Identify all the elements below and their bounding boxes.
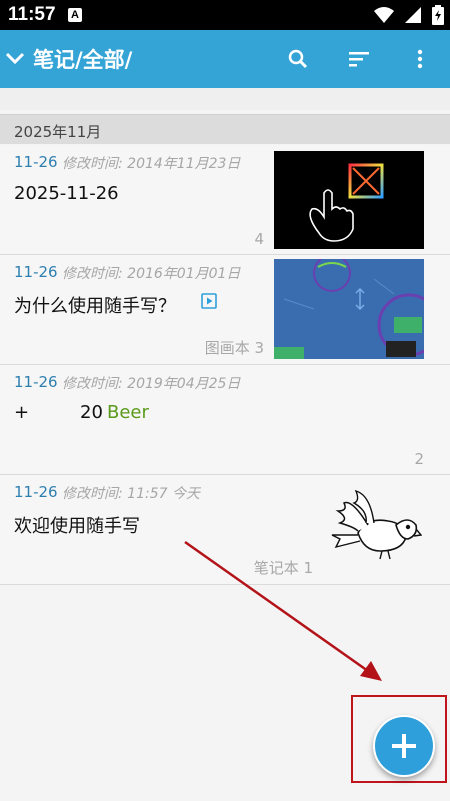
- play-icon[interactable]: [201, 293, 217, 309]
- note-modified-time: 修改时间: 2019年04月25日: [62, 376, 241, 392]
- note-thumbnail: [274, 151, 424, 249]
- notification-badge: A: [68, 8, 82, 22]
- page-title[interactable]: 笔记/全部/: [33, 44, 132, 74]
- search-icon[interactable]: [286, 47, 310, 71]
- add-note-button[interactable]: [373, 715, 435, 777]
- note-title: 为什么使用随手写？: [14, 296, 176, 317]
- note-title-word: Beer: [107, 402, 149, 423]
- note-date: 11-26: [14, 483, 58, 501]
- wifi-icon: [374, 7, 394, 23]
- note-count: 2: [414, 450, 424, 468]
- note-title: 欢迎使用随手写: [14, 516, 140, 537]
- note-title-number: 20: [80, 402, 103, 423]
- bird-illustration: [331, 489, 422, 560]
- note-date: 11-26: [14, 373, 58, 391]
- note-thumbnail: [274, 259, 424, 359]
- sort-icon[interactable]: [347, 47, 371, 71]
- note-modified-time: 修改时间: 2014年11月23日: [62, 156, 241, 172]
- status-bar: 11:57 A: [0, 0, 450, 30]
- note-count: 图画本 3: [204, 339, 264, 357]
- note-date: 11-26: [14, 153, 58, 171]
- signal-icon: [405, 7, 421, 23]
- note-title-plus: +: [14, 402, 30, 423]
- note-count: 4: [254, 230, 264, 248]
- app-bar: 笔记/全部/: [0, 30, 450, 88]
- chevron-down-icon[interactable]: [4, 47, 26, 69]
- note-modified-time: 修改时间: 2016年01月01日: [62, 266, 241, 282]
- note-count: 笔记本 1: [253, 559, 313, 577]
- list-item[interactable]: 11-26 修改时间: 2014年11月23日 2025-11-26 4: [0, 145, 450, 255]
- list-item[interactable]: 11-26 修改时间: 2019年04月25日 + 20 Beer 2: [0, 365, 450, 475]
- note-modified-time: 修改时间: 11:57 今天: [62, 486, 200, 502]
- list-item[interactable]: 11-26 修改时间: 11:57 今天 欢迎使用随手写 笔记本 1: [0, 475, 450, 585]
- add-icon: [392, 734, 416, 758]
- list-item[interactable]: 11-26 修改时间: 2016年01月01日 为什么使用随手写？ 图画本 3: [0, 255, 450, 365]
- month-header: 2025年11月: [0, 114, 450, 144]
- month-header-label: 2025年11月: [14, 123, 102, 141]
- note-title: 2025-11-26: [14, 183, 119, 204]
- status-time: 11:57: [8, 4, 56, 25]
- note-date: 11-26: [14, 263, 58, 281]
- more-vert-icon[interactable]: [408, 47, 432, 71]
- battery-icon: [432, 5, 444, 25]
